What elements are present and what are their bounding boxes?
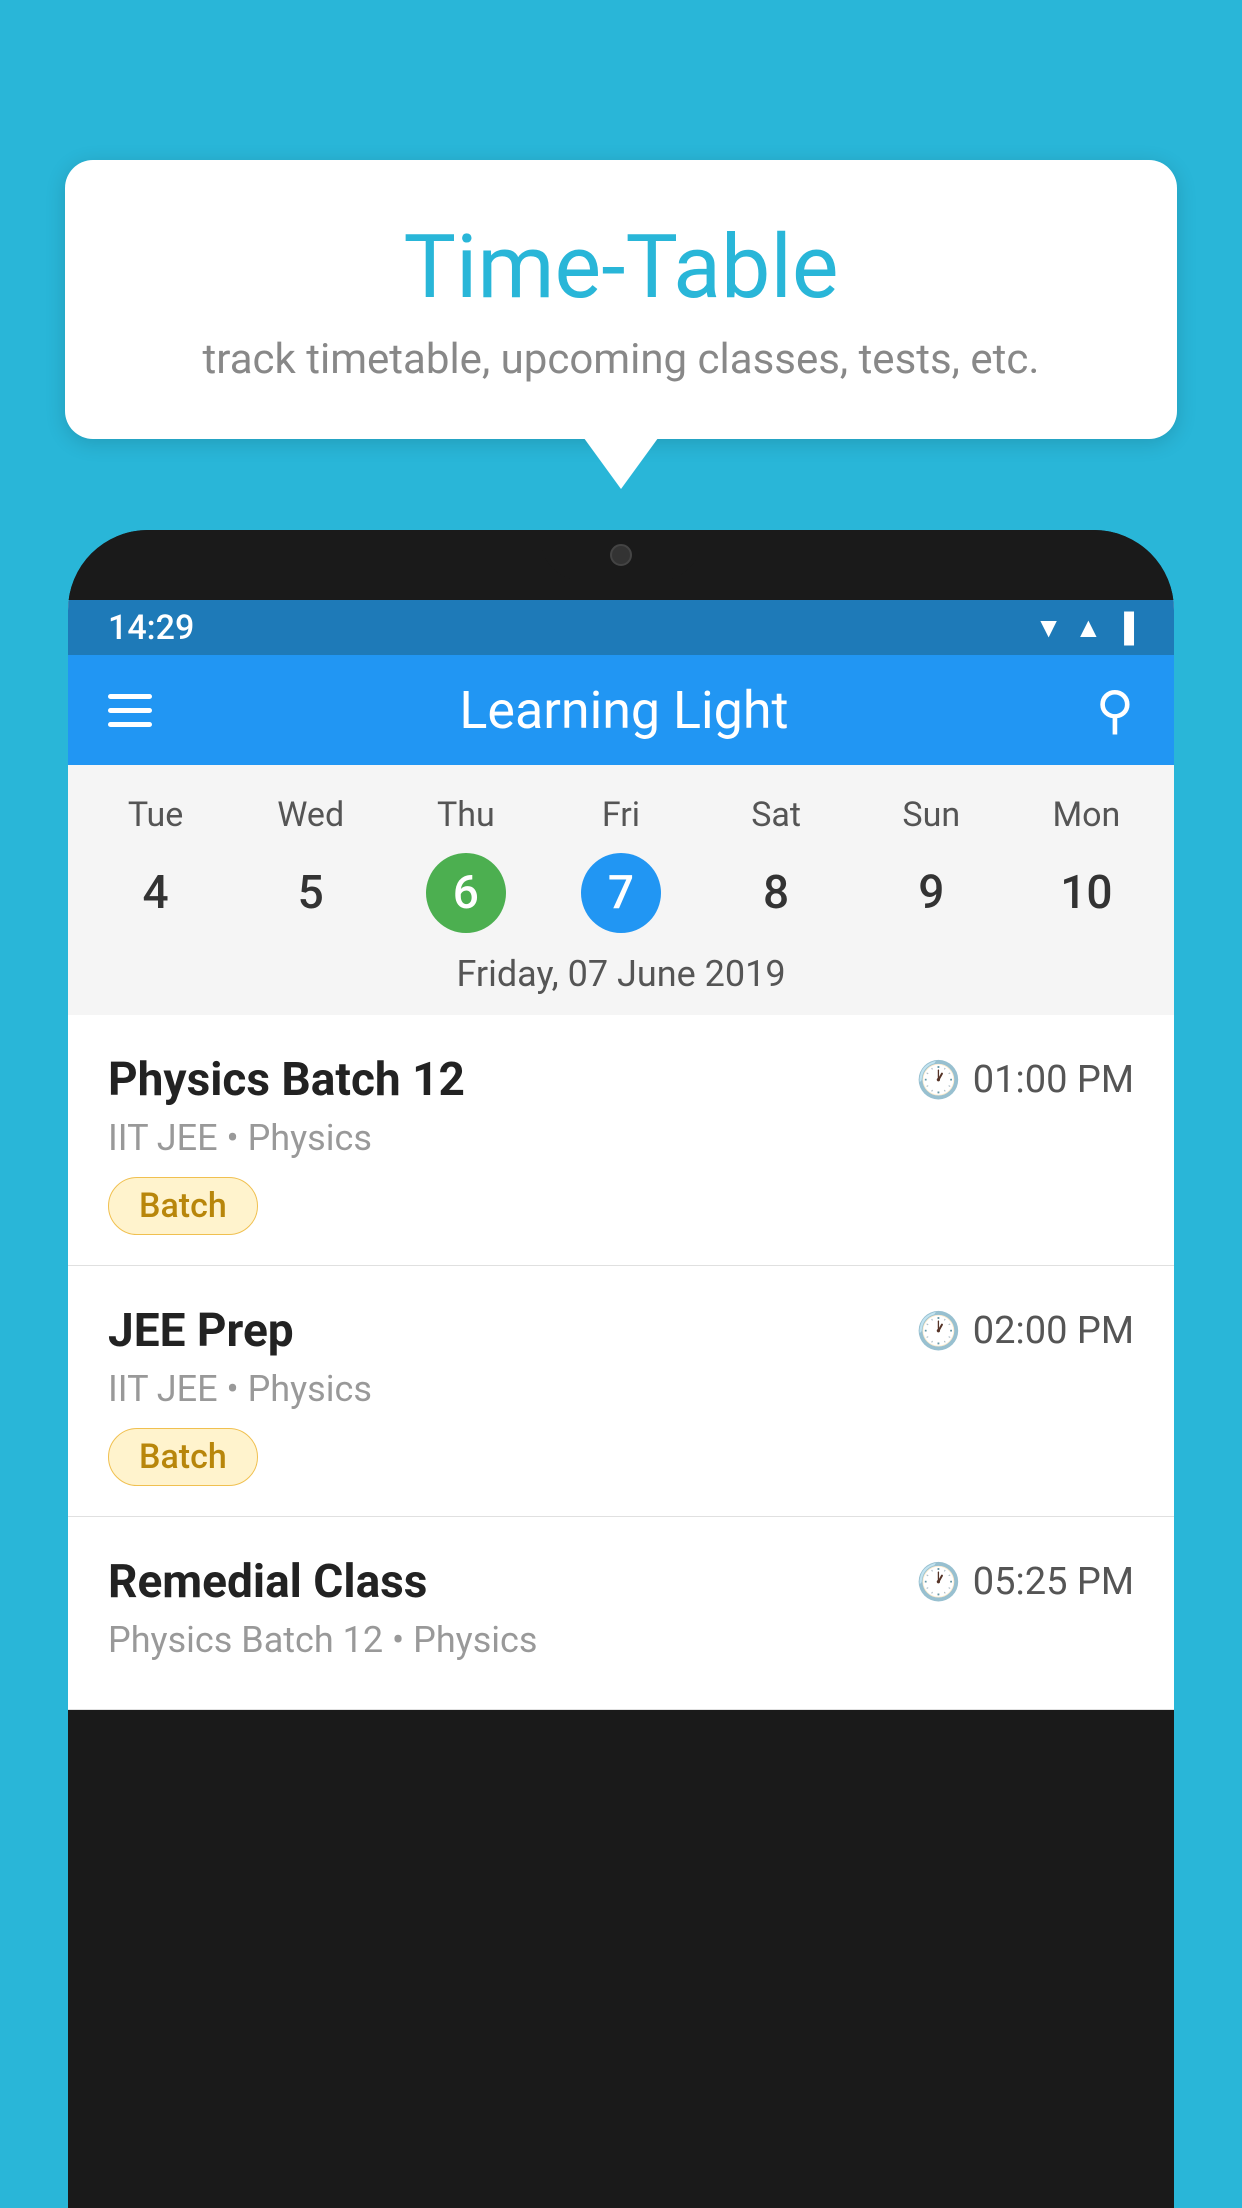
phone-notch-area bbox=[68, 530, 1174, 600]
schedule-item-3-header: Remedial Class 🕐 05:25 PM bbox=[108, 1555, 1134, 1609]
day-header-sun: Sun bbox=[854, 785, 1009, 845]
day-header-sat: Sat bbox=[699, 785, 854, 845]
schedule-item-2-title: JEE Prep bbox=[108, 1304, 294, 1358]
calendar-strip: Tue Wed Thu Fri Sat Sun Mon 4 5 6 7 8 9 … bbox=[68, 765, 1174, 1015]
camera-dot bbox=[610, 544, 632, 566]
day-4[interactable]: 4 bbox=[78, 853, 233, 933]
schedule-item-1-title: Physics Batch 12 bbox=[108, 1053, 465, 1107]
schedule-list: Physics Batch 12 🕐 01:00 PM IIT JEE • Ph… bbox=[68, 1015, 1174, 1710]
day-numbers: 4 5 6 7 8 9 10 bbox=[68, 845, 1174, 941]
day-6-today[interactable]: 6 bbox=[426, 853, 506, 933]
schedule-item-2-subtitle: IIT JEE • Physics bbox=[108, 1368, 1134, 1410]
search-button[interactable]: ⚲ bbox=[1096, 680, 1134, 741]
hamburger-menu-button[interactable] bbox=[108, 694, 152, 727]
schedule-item-3-title: Remedial Class bbox=[108, 1555, 427, 1609]
batch-badge-2: Batch bbox=[108, 1428, 258, 1486]
day-8[interactable]: 8 bbox=[699, 853, 854, 933]
phone-inner: 14:29 ▼ ▲ ▐ Learning Light ⚲ Tue Wed Thu bbox=[68, 600, 1174, 1710]
status-icons: ▼ ▲ ▐ bbox=[1035, 611, 1134, 644]
day-header-thu: Thu bbox=[388, 785, 543, 845]
schedule-item-1-header: Physics Batch 12 🕐 01:00 PM bbox=[108, 1053, 1134, 1107]
schedule-item-1-time: 🕐 01:00 PM bbox=[916, 1058, 1134, 1102]
day-5[interactable]: 5 bbox=[233, 853, 388, 933]
day-header-tue: Tue bbox=[78, 785, 233, 845]
signal-icon: ▲ bbox=[1074, 611, 1102, 644]
day-header-mon: Mon bbox=[1009, 785, 1164, 845]
phone-notch bbox=[541, 530, 701, 580]
tooltip-card: Time-Table track timetable, upcoming cla… bbox=[65, 160, 1177, 439]
status-bar: 14:29 ▼ ▲ ▐ bbox=[68, 600, 1174, 655]
schedule-item-3-subtitle: Physics Batch 12 • Physics bbox=[108, 1619, 1134, 1661]
day-7-selected[interactable]: 7 bbox=[581, 853, 661, 933]
schedule-item-2-time: 🕐 02:00 PM bbox=[916, 1309, 1134, 1353]
schedule-item-jee-prep[interactable]: JEE Prep 🕐 02:00 PM IIT JEE • Physics Ba… bbox=[68, 1266, 1174, 1517]
wifi-icon: ▼ bbox=[1035, 611, 1063, 644]
schedule-item-1-subtitle: IIT JEE • Physics bbox=[108, 1117, 1134, 1159]
day-9[interactable]: 9 bbox=[854, 853, 1009, 933]
day-10[interactable]: 10 bbox=[1009, 853, 1164, 933]
selected-date-label: Friday, 07 June 2019 bbox=[68, 941, 1174, 1015]
batch-badge-1: Batch bbox=[108, 1177, 258, 1235]
clock-icon-3: 🕐 bbox=[916, 1561, 961, 1603]
schedule-item-2-header: JEE Prep 🕐 02:00 PM bbox=[108, 1304, 1134, 1358]
day-header-wed: Wed bbox=[233, 785, 388, 845]
app-header: Learning Light ⚲ bbox=[68, 655, 1174, 765]
clock-icon-2: 🕐 bbox=[916, 1310, 961, 1352]
app-title: Learning Light bbox=[459, 680, 788, 741]
day-header-fri: Fri bbox=[543, 785, 698, 845]
clock-icon-1: 🕐 bbox=[916, 1059, 961, 1101]
tooltip-subtitle: track timetable, upcoming classes, tests… bbox=[135, 335, 1107, 384]
schedule-item-3-time: 🕐 05:25 PM bbox=[916, 1560, 1134, 1604]
phone-frame: 14:29 ▼ ▲ ▐ Learning Light ⚲ Tue Wed Thu bbox=[68, 530, 1174, 2208]
schedule-item-physics-batch[interactable]: Physics Batch 12 🕐 01:00 PM IIT JEE • Ph… bbox=[68, 1015, 1174, 1266]
battery-icon: ▐ bbox=[1114, 611, 1134, 644]
day-headers: Tue Wed Thu Fri Sat Sun Mon bbox=[68, 785, 1174, 845]
status-time: 14:29 bbox=[108, 608, 194, 648]
schedule-item-remedial-class[interactable]: Remedial Class 🕐 05:25 PM Physics Batch … bbox=[68, 1517, 1174, 1710]
tooltip-title: Time-Table bbox=[135, 220, 1107, 317]
